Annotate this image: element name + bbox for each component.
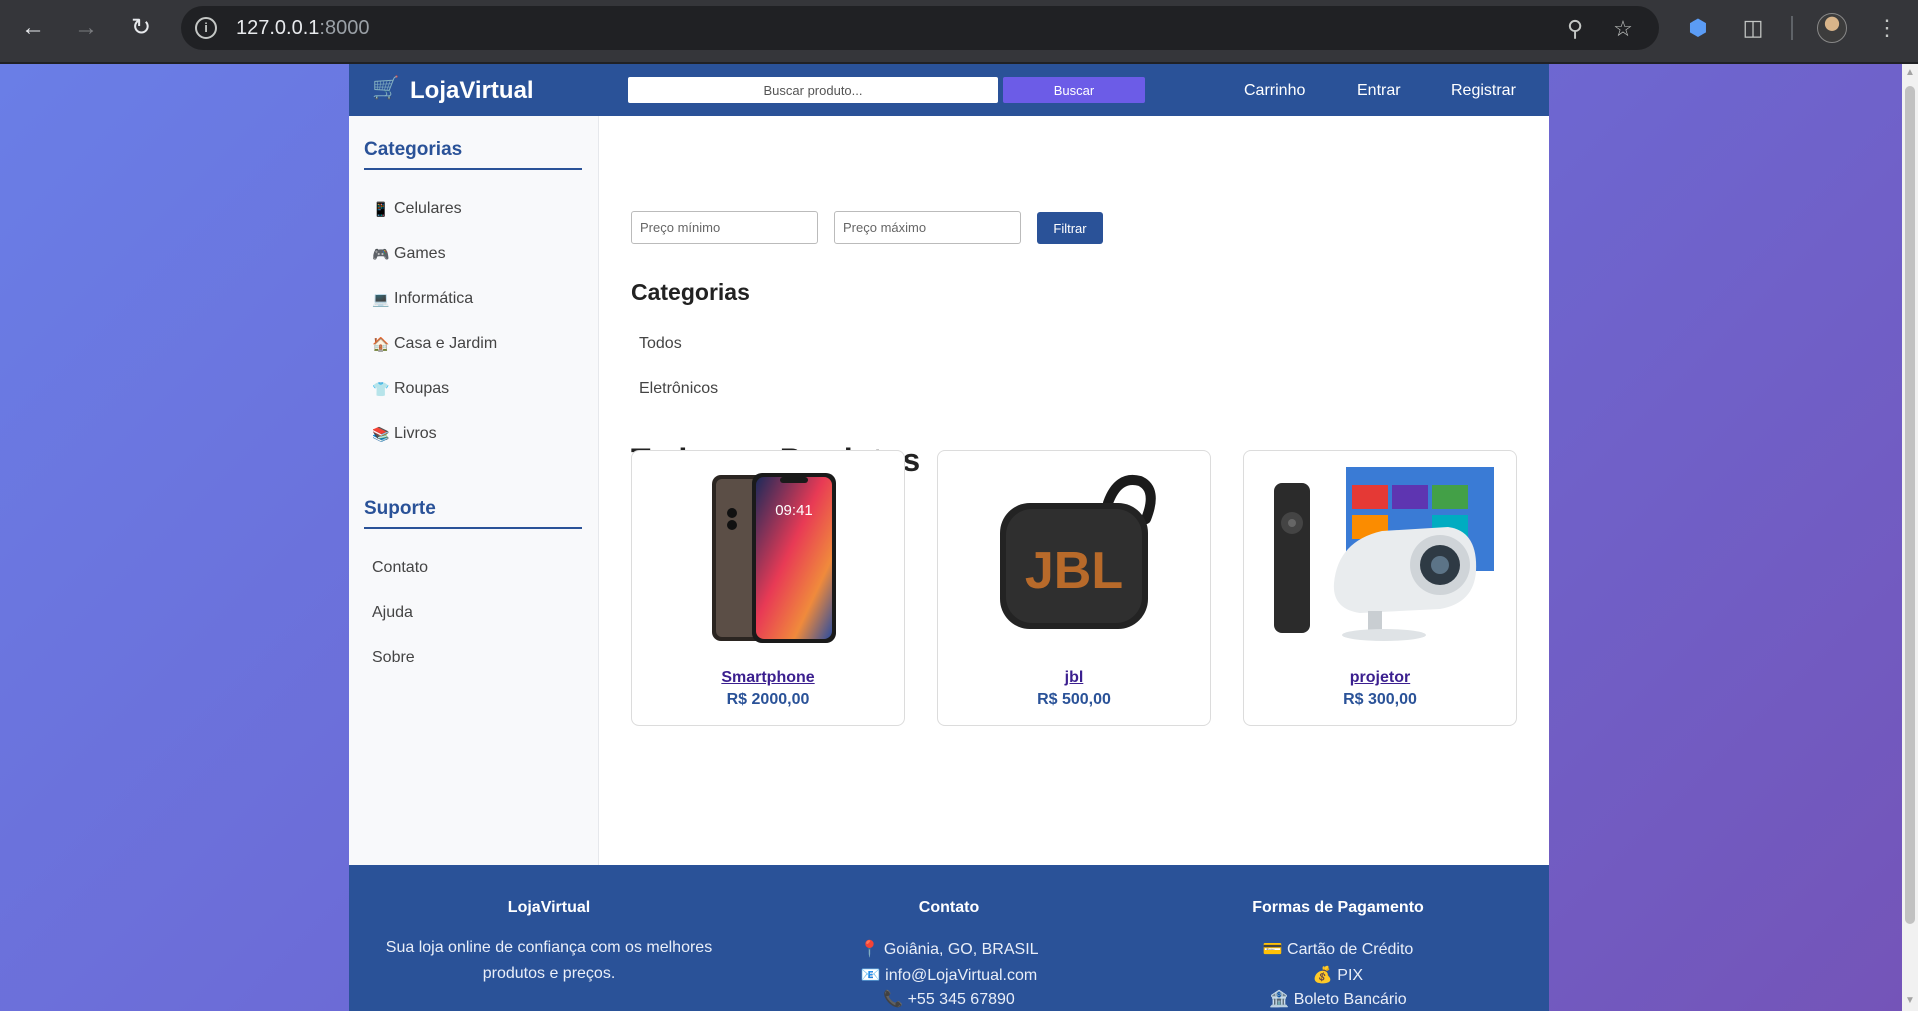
search-input[interactable] [628, 77, 998, 103]
phone-icon: 📞 [883, 991, 904, 1008]
sidebar-item-label: Celulares [394, 200, 462, 217]
sidebar-item-label: Games [394, 245, 446, 262]
sidebar-item-livros[interactable]: 📚 Livros [372, 423, 437, 445]
cart-logo-icon: 🛒 [372, 75, 400, 100]
footer-payment-card: 💳 Cartão de Crédito [1262, 941, 1414, 958]
sidebar-item-games[interactable]: 🎮 Games [372, 243, 446, 265]
projector-image[interactable] [1264, 463, 1496, 643]
product-card-jbl[interactable]: JBL jbl R$ 500,00 [937, 450, 1211, 726]
footer-phone: 📞 +55 345 67890 [883, 991, 1015, 1008]
laptop-icon: 💻 [372, 290, 390, 307]
page-viewport: 🛒 LojaVirtual Buscar Carrinho Entrar Reg… [0, 64, 1918, 1011]
product-price: R$ 300,00 [1343, 691, 1417, 708]
footer-payment-title: Formas de Pagamento [1252, 899, 1424, 916]
profile-avatar[interactable] [1817, 13, 1847, 43]
product-name[interactable]: jbl [938, 669, 1210, 687]
toolbar-divider [1791, 16, 1793, 40]
site-info-icon[interactable]: i [195, 17, 217, 39]
sidebar-item-sobre[interactable]: Sobre [372, 647, 415, 669]
filter-button[interactable]: Filtrar [1037, 212, 1103, 244]
zoom-icon[interactable]: ⚲ [1562, 16, 1588, 42]
footer-address: 📍 Goiânia, GO, BRASIL [859, 941, 1039, 958]
product-price: R$ 500,00 [1037, 691, 1111, 708]
search-button[interactable]: Buscar [1003, 77, 1145, 103]
max-price-input[interactable] [834, 211, 1021, 244]
scroll-up-icon[interactable]: ▲ [1905, 68, 1915, 78]
smartphone-image[interactable]: 09:41 [652, 463, 884, 643]
cart-link[interactable]: Carrinho [1244, 82, 1305, 100]
extensions-icon[interactable]: ◫ [1737, 12, 1769, 44]
email-icon: 📧 [860, 967, 881, 984]
sidebar-item-label: Livros [394, 425, 437, 442]
min-price-input[interactable] [631, 211, 818, 244]
extension-shield-icon[interactable]: ⬢ [1682, 12, 1714, 44]
scroll-down-icon[interactable]: ▼ [1905, 996, 1915, 1006]
product-card-smartphone[interactable]: 09:41 Smartphone R$ 2000,00 [631, 450, 905, 726]
categories-heading: Categorias [631, 279, 750, 305]
product-name[interactable]: projetor [1244, 669, 1516, 687]
money-bag-icon: 💰 [1312, 967, 1333, 984]
house-icon: 🏠 [372, 335, 390, 352]
login-link[interactable]: Entrar [1357, 82, 1401, 100]
footer-contact-title: Contato [918, 899, 980, 916]
sidebar-item-label: Informática [394, 290, 474, 307]
site-logo[interactable]: LojaVirtual [410, 77, 534, 105]
sidebar-item-informatica[interactable]: 💻 Informática [372, 288, 473, 310]
sidebar-item-celulares[interactable]: 📱 Celulares [372, 198, 462, 220]
browser-toolbar: ← → ↻ i 127.0.0.1:8000 ⚲ ☆ ⬢ ◫ ⋮ [0, 0, 1918, 63]
footer-email[interactable]: 📧 info@LojaVirtual.com [749, 965, 1149, 985]
back-icon[interactable]: ← [17, 12, 49, 44]
page-scrollbar[interactable]: ▲ ▼ [1902, 64, 1918, 1011]
credit-card-icon: 💳 [1262, 941, 1283, 958]
footer-about-text: produtos e preços. [482, 965, 616, 982]
site-footer: LojaVirtual Sua loja online de confiança… [349, 865, 1549, 1011]
sidebar-support-title: Suporte [364, 498, 582, 529]
product-name[interactable]: Smartphone [632, 669, 904, 687]
store-page: 🛒 LojaVirtual Buscar Carrinho Entrar Reg… [349, 64, 1549, 1011]
bank-icon: 🏦 [1269, 991, 1290, 1008]
sidebar: Categorias 📱 Celulares 🎮 Games 💻 Informá… [349, 116, 599, 865]
phone-icon: 📱 [372, 200, 390, 217]
reload-icon[interactable]: ↻ [125, 12, 157, 44]
url-text[interactable]: 127.0.0.1:8000 [236, 17, 369, 40]
footer-payment-boleto: 🏦 Boleto Bancário [1269, 991, 1407, 1008]
scrollbar-thumb[interactable] [1905, 86, 1915, 924]
footer-about-text: Sua loja online de confiança com os melh… [385, 939, 713, 956]
site-header: 🛒 LojaVirtual Buscar Carrinho Entrar Reg… [349, 64, 1549, 116]
sidebar-item-casa-e-jardim[interactable]: 🏠 Casa e Jardim [372, 333, 497, 355]
footer-payment-pix: 💰 PIX [1312, 967, 1364, 984]
category-link-eletronicos[interactable]: Eletrônicos [639, 380, 718, 398]
bookmark-star-icon[interactable]: ☆ [1610, 16, 1636, 42]
forward-icon[interactable]: → [70, 12, 102, 44]
address-bar[interactable]: i 127.0.0.1:8000 ⚲ ☆ [181, 6, 1659, 50]
product-price: R$ 2000,00 [726, 691, 810, 708]
jbl-speaker-image[interactable]: JBL [958, 463, 1190, 643]
pin-icon: 📍 [859, 941, 880, 958]
svg-text:09:41: 09:41 [775, 502, 813, 519]
sidebar-item-roupas[interactable]: 👕 Roupas [372, 378, 449, 400]
sidebar-item-contato[interactable]: Contato [372, 557, 428, 579]
gamepad-icon: 🎮 [372, 245, 390, 262]
footer-about-title: LojaVirtual [507, 899, 591, 916]
menu-icon[interactable]: ⋮ [1871, 12, 1903, 44]
tshirt-icon: 👕 [372, 380, 390, 397]
product-card-projetor[interactable]: projetor R$ 300,00 [1243, 450, 1517, 726]
sidebar-item-label: Roupas [394, 380, 450, 397]
register-link[interactable]: Registrar [1451, 82, 1516, 100]
sidebar-item-ajuda[interactable]: Ajuda [372, 602, 413, 624]
sidebar-categories-title: Categorias [364, 139, 582, 170]
svg-text:JBL: JBL [1025, 542, 1123, 600]
sidebar-item-label: Casa e Jardim [394, 335, 498, 352]
books-icon: 📚 [372, 425, 390, 442]
category-link-todos[interactable]: Todos [639, 335, 682, 353]
